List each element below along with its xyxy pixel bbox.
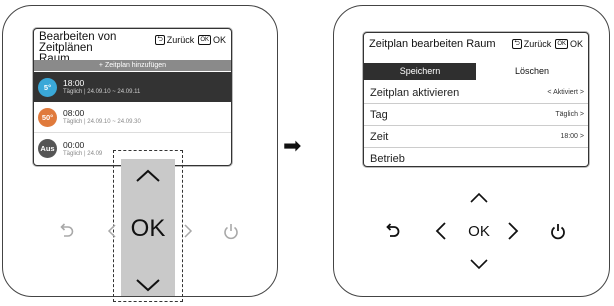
left-ok-hw-button[interactable]: OK: [123, 214, 173, 244]
schedule-time: 08:00: [63, 108, 85, 118]
right-down-button[interactable]: [467, 256, 491, 272]
left-back-button[interactable]: ⮌ Zurück: [155, 35, 194, 45]
right-back-hw-button[interactable]: [382, 220, 402, 242]
back-icon: ⮌: [155, 35, 165, 45]
right-right-button[interactable]: [506, 220, 520, 242]
row-label: Betrieb: [370, 153, 405, 165]
left-right-button[interactable]: [182, 222, 194, 240]
row-value: < Aktiviert >: [547, 89, 584, 96]
row-mode[interactable]: Betrieb: [364, 148, 588, 166]
right-up-button[interactable]: [467, 190, 491, 206]
back-icon: ⮌: [512, 39, 522, 49]
schedule-time: 18:00: [63, 78, 85, 88]
transition-arrow-icon: ➡: [283, 134, 302, 159]
row-label: Zeit: [370, 130, 389, 143]
chevron-left-icon: [435, 222, 446, 240]
ok-icon: OK: [198, 35, 211, 45]
power-icon: [224, 224, 238, 240]
power-icon: [551, 224, 565, 240]
right-power-button[interactable]: [548, 220, 568, 242]
back-arrow-icon: [386, 223, 400, 237]
chevron-down-icon: [136, 279, 160, 292]
left-ok-button[interactable]: OK OK: [198, 35, 226, 45]
right-ok-hw-button[interactable]: OK: [462, 222, 496, 240]
tab-save[interactable]: Speichern: [364, 63, 476, 80]
chevron-right-icon: [508, 222, 519, 240]
row-time[interactable]: Zeit 18:00 >: [364, 126, 588, 148]
tab-delete[interactable]: Löschen: [476, 63, 588, 80]
schedule-time: 00:00: [63, 139, 85, 150]
right-screen: Zeitplan bearbeiten Raum ⮌ Zurück OK OK …: [363, 32, 589, 167]
schedule-subtitle: Täglich | 24.09.10 ~ 24.09.30: [63, 119, 141, 125]
right-header: Zeitplan bearbeiten Raum ⮌ Zurück OK OK: [364, 33, 588, 50]
schedule-subtitle: Täglich | 24.09.10 ~ 24.09.11: [63, 89, 141, 95]
chevron-down-icon: [470, 259, 488, 270]
off-badge: Aus: [38, 139, 57, 158]
left-left-button[interactable]: [106, 222, 118, 240]
chevron-up-icon: [470, 192, 488, 203]
right-left-button[interactable]: [434, 220, 448, 242]
temperature-badge: 50°: [38, 107, 57, 127]
schedule-item-1[interactable]: 5° 18:00 Täglich | 24.09.10 ~ 24.09.11: [34, 72, 231, 102]
row-label: Zeitplan aktivieren: [370, 86, 460, 99]
chevron-up-icon: [136, 169, 160, 182]
row-label: Tag: [370, 108, 388, 121]
left-screen: Bearbeiten von Zeitplänen Raum ⮌ Zurück …: [33, 28, 232, 166]
left-down-button[interactable]: [133, 276, 163, 294]
row-value: Täglich >: [555, 111, 584, 118]
right-back-button[interactable]: ⮌ Zurück: [512, 39, 551, 49]
chevron-right-icon: [184, 224, 193, 238]
right-page-title: Zeitplan bearbeiten Raum: [369, 38, 496, 50]
action-tabs: Speichern Löschen: [364, 63, 588, 80]
right-header-buttons: ⮌ Zurück OK OK: [512, 39, 583, 49]
left-up-button[interactable]: [133, 165, 163, 187]
left-header-buttons: ⮌ Zurück OK OK: [155, 35, 226, 45]
add-schedule-button[interactable]: + Zeitplan hinzufügen: [34, 60, 231, 71]
schedule-item-2[interactable]: 50° 08:00 Täglich | 24.09.10 ~ 24.09.30: [34, 102, 231, 133]
ok-icon: OK: [555, 39, 568, 49]
chevron-left-icon: [107, 224, 116, 238]
row-enable-schedule[interactable]: Zeitplan aktivieren < Aktiviert >: [364, 82, 588, 104]
temperature-badge: 5°: [38, 77, 57, 97]
back-arrow-icon: [60, 223, 74, 237]
row-day[interactable]: Tag Täglich >: [364, 104, 588, 126]
row-value: 18:00 >: [560, 133, 584, 140]
schedule-subtitle: Täglich | 24.09: [63, 150, 103, 157]
left-power-button[interactable]: [221, 220, 241, 242]
right-ok-button[interactable]: OK OK: [555, 39, 583, 49]
left-back-hw-button[interactable]: [56, 220, 76, 242]
